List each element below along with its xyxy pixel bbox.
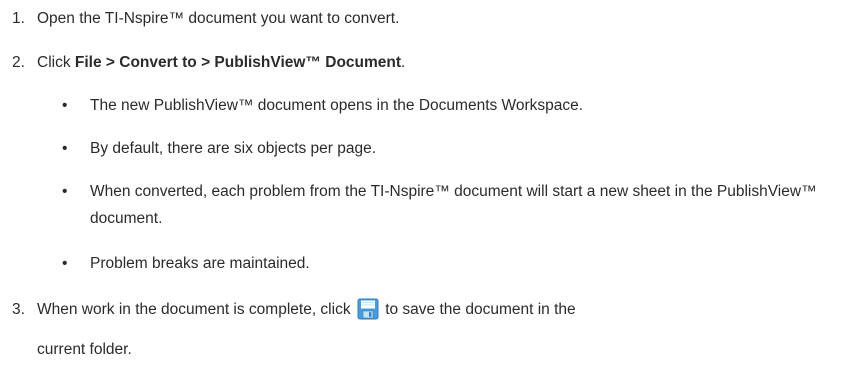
step-3-number: 3. <box>12 301 25 318</box>
step-2: 2. Click File > Convert to > PublishView™… <box>12 54 405 72</box>
step-1-number: 1. <box>12 10 25 27</box>
bullet-dot: • <box>62 255 68 272</box>
step-2-number: 2. <box>12 54 25 71</box>
bullet-dot: • <box>62 140 68 157</box>
bullet-text: The new PublishView™ document opens in t… <box>90 97 584 114</box>
step-1: 1. Open the TI-Nspire™ document you want … <box>12 10 399 28</box>
step-2-suffix: . <box>401 54 406 71</box>
bullet-dot: • <box>62 97 68 114</box>
step-3-suffix: to save the document in the <box>380 301 576 318</box>
bullet-text: By default, there are six objects per pa… <box>90 140 377 157</box>
step-1-text: Open the TI-Nspire™ document you want to… <box>37 10 400 27</box>
instruction-document: 1. Open the TI-Nspire™ document you want … <box>0 0 859 371</box>
bullet-dot: • <box>62 183 68 200</box>
bullet-text: Problem breaks are maintained. <box>90 255 310 272</box>
save-icon <box>357 298 379 320</box>
step-3-continuation: current folder. <box>37 341 132 358</box>
step-3-prefix: When work in the document is complete, c… <box>37 301 355 318</box>
step-2-prefix: Click <box>37 54 75 71</box>
bullet-text: When converted, each problem from the TI… <box>90 183 817 227</box>
menu-path: File > Convert to > PublishView™ Documen… <box>74 54 402 71</box>
step-3: 3. When work in the document is complete,… <box>12 298 576 320</box>
